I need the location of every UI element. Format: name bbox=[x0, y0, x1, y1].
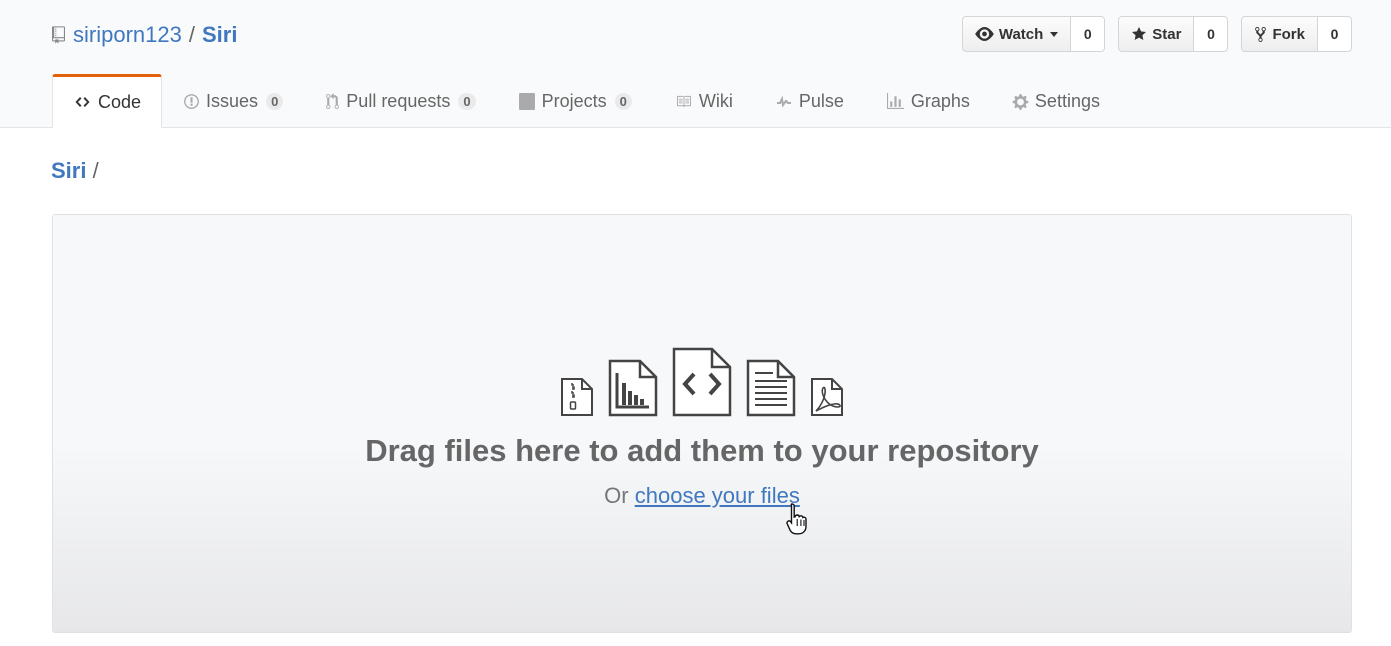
breadcrumb-separator: / bbox=[92, 158, 99, 183]
tab-settings-label: Settings bbox=[1034, 91, 1100, 111]
fork-label: Fork bbox=[1272, 25, 1305, 43]
watch-button[interactable]: Watch bbox=[961, 16, 1072, 52]
file-zip-icon bbox=[561, 378, 593, 416]
pulse-icon bbox=[775, 94, 793, 110]
tab-issues-label: Issues bbox=[206, 91, 259, 111]
star-button[interactable]: Star bbox=[1118, 16, 1195, 52]
star-label: Star bbox=[1152, 25, 1182, 43]
drop-prefix: Or bbox=[604, 483, 629, 508]
tab-code[interactable]: Code bbox=[52, 74, 163, 128]
tab-projects-label: Projects bbox=[541, 91, 607, 111]
star-count[interactable]: 0 bbox=[1194, 16, 1229, 52]
tab-pulse[interactable]: Pulse bbox=[754, 74, 865, 127]
drop-subtext: Or choose your files bbox=[53, 483, 1351, 509]
tab-pull-requests-label: Pull requests bbox=[346, 91, 451, 111]
breadcrumb: Siri / bbox=[51, 158, 99, 184]
project-icon bbox=[518, 93, 536, 110]
repo-nav: Code Issues 0 Pull requests 0 Projects 0 bbox=[52, 74, 1121, 128]
tab-issues[interactable]: Issues 0 bbox=[162, 74, 304, 127]
repo-owner-link[interactable]: siriporn123 bbox=[73, 22, 182, 48]
tab-pulse-label: Pulse bbox=[798, 91, 844, 111]
choose-files-link[interactable]: choose your files bbox=[635, 483, 800, 508]
repo-title: siriporn123 / Siri bbox=[52, 19, 237, 51]
book-icon bbox=[674, 94, 693, 109]
watch-count[interactable]: 0 bbox=[1071, 16, 1106, 52]
breadcrumb-root-link[interactable]: Siri bbox=[51, 158, 86, 183]
file-pdf-icon bbox=[811, 378, 843, 416]
star-group: Star 0 bbox=[1118, 16, 1229, 52]
fork-icon bbox=[1254, 26, 1267, 43]
drop-heading: Drag files here to add them to your repo… bbox=[365, 433, 1039, 468]
tab-pull-requests[interactable]: Pull requests 0 bbox=[304, 74, 496, 127]
file-text-icon bbox=[746, 359, 796, 417]
git-pull-request-icon bbox=[325, 93, 340, 110]
gear-icon bbox=[1012, 93, 1029, 111]
repo-name-link[interactable]: Siri bbox=[202, 22, 237, 48]
repo-actions: Watch 0 Star 0 Fork 0 bbox=[961, 16, 1352, 52]
tab-graphs-label: Graphs bbox=[910, 91, 970, 111]
repo-icon bbox=[52, 26, 65, 44]
tab-issues-counter: 0 bbox=[266, 93, 284, 110]
file-code-icon bbox=[672, 347, 732, 417]
tab-pull-requests-counter: 0 bbox=[458, 93, 476, 110]
tab-wiki[interactable]: Wiki bbox=[653, 74, 754, 127]
tab-wiki-label: Wiki bbox=[698, 91, 733, 111]
repo-header: siriporn123 / Siri Watch 0 Star 0 Fork 0… bbox=[0, 0, 1391, 128]
chevron-down-icon bbox=[1050, 31, 1059, 37]
file-drop-zone[interactable]: Drag files here to add them to your repo… bbox=[52, 214, 1352, 633]
file-type-icons bbox=[53, 347, 1351, 417]
repo-path-separator: / bbox=[188, 22, 195, 47]
hand-pointer-cursor-icon bbox=[786, 503, 807, 535]
fork-group: Fork 0 bbox=[1241, 16, 1352, 52]
tab-settings[interactable]: Settings bbox=[991, 74, 1121, 127]
tab-projects[interactable]: Projects 0 bbox=[497, 74, 653, 127]
star-icon bbox=[1131, 26, 1147, 42]
eye-icon bbox=[975, 27, 994, 41]
fork-count[interactable]: 0 bbox=[1318, 16, 1352, 52]
graph-icon bbox=[886, 93, 905, 110]
file-chart-icon bbox=[608, 359, 658, 417]
tab-graphs[interactable]: Graphs bbox=[865, 74, 991, 127]
issue-opened-icon bbox=[183, 93, 200, 110]
fork-button[interactable]: Fork bbox=[1241, 16, 1318, 52]
watch-group: Watch 0 bbox=[961, 16, 1106, 52]
watch-label: Watch bbox=[998, 25, 1044, 43]
tab-projects-counter: 0 bbox=[614, 93, 632, 110]
tab-code-label: Code bbox=[98, 91, 142, 112]
code-icon bbox=[73, 94, 92, 110]
